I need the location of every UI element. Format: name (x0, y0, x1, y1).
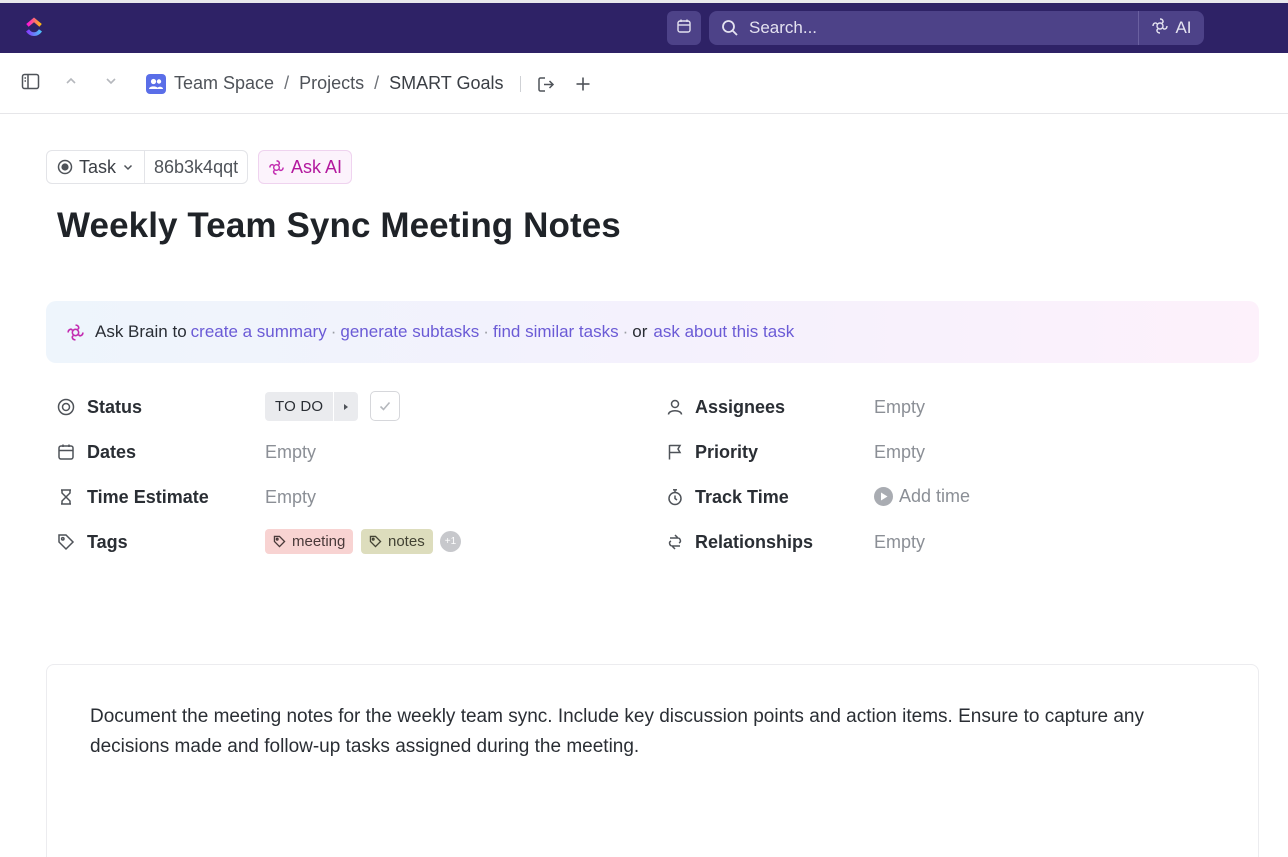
search-icon (721, 19, 739, 37)
plus-icon[interactable] (575, 76, 591, 92)
tag-icon (273, 535, 286, 548)
ask-ai-button[interactable]: Ask AI (258, 150, 353, 184)
status-selector[interactable]: TO DO (265, 392, 359, 421)
ai-brain-icon (268, 159, 285, 176)
stopwatch-icon (665, 487, 685, 507)
generate-subtasks-link[interactable]: generate subtasks (340, 322, 479, 342)
tag-notes[interactable]: notes (361, 529, 433, 554)
task-description[interactable]: Document the meeting notes for the weekl… (90, 702, 1210, 762)
hourglass-icon (56, 487, 76, 507)
top-navigation-bar: Search... AI (0, 0, 1288, 53)
or-text: or (632, 322, 648, 341)
link-separator: · (483, 322, 489, 341)
search-bar[interactable]: Search... AI (709, 11, 1204, 45)
search-input[interactable]: Search... (749, 18, 1138, 38)
ai-brain-icon (66, 323, 85, 342)
ai-brain-icon (1151, 17, 1169, 40)
clickup-logo-icon[interactable] (22, 15, 46, 39)
tag-label: notes (388, 533, 425, 550)
ask-ai-label: Ask AI (291, 156, 343, 177)
tag-meeting[interactable]: meeting (265, 529, 354, 554)
breadcrumb-divider (519, 75, 521, 92)
play-icon (874, 487, 893, 506)
time-estimate-label: Time Estimate (87, 487, 209, 507)
task-type-selector[interactable]: Task (47, 151, 146, 183)
task-type-label: Task (79, 156, 117, 177)
more-tags-badge[interactable]: +1 (440, 531, 461, 552)
link-separator: · (330, 322, 337, 341)
status-icon (56, 397, 76, 417)
flag-icon (665, 442, 685, 462)
share-icon[interactable] (537, 75, 555, 93)
relationships-value[interactable]: Empty (874, 532, 925, 553)
track-time-label: Track Time (695, 487, 789, 507)
ask-about-task-link[interactable]: ask about this task (653, 322, 794, 342)
task-type-icon (57, 159, 73, 175)
checkmark-icon (378, 399, 392, 413)
task-title[interactable]: Weekly Team Sync Meeting Notes (57, 206, 621, 246)
ask-brain-banner: Ask Brain to create a summary · generate… (46, 301, 1259, 363)
find-similar-tasks-link[interactable]: find similar tasks (493, 322, 619, 342)
mark-complete-button[interactable] (370, 391, 400, 421)
chevron-up-icon (64, 74, 78, 93)
next-status-button[interactable] (333, 392, 358, 421)
description-card: Document the meeting notes for the weekl… (46, 664, 1259, 857)
sidebar-toggle-button[interactable] (21, 53, 40, 114)
caret-right-icon (344, 403, 349, 410)
status-label: Status (87, 397, 143, 417)
calendar-icon (676, 18, 692, 39)
breadcrumb-separator: / (284, 73, 290, 93)
team-space-icon (146, 73, 166, 94)
breadcrumb-separator: / (374, 73, 380, 93)
relationships-icon (665, 532, 685, 552)
status-value: TO DO (275, 398, 324, 415)
ai-label: AI (1175, 18, 1192, 37)
tag-label: meeting (292, 533, 346, 550)
breadcrumb-item-smart-goals[interactable]: SMART Goals (389, 73, 503, 94)
task-type-chip: Task 86b3k4qqt (46, 150, 249, 184)
breadcrumb-bar: Team Space / Projects / SMART Goals (0, 53, 1288, 114)
assignees-label: Assignees (695, 397, 786, 417)
calendar-button[interactable] (667, 11, 701, 45)
tag-icon (369, 535, 382, 548)
next-task-button[interactable] (104, 53, 118, 114)
chevron-down-icon (122, 161, 134, 173)
breadcrumb-item-team-space[interactable]: Team Space (174, 73, 274, 94)
time-estimate-value[interactable]: Empty (265, 487, 316, 508)
breadcrumb: Team Space / Projects / SMART Goals (146, 53, 591, 114)
link-separator: · (622, 322, 629, 341)
assignees-value[interactable]: Empty (874, 397, 925, 418)
dates-value[interactable]: Empty (265, 442, 316, 463)
add-time-button[interactable]: Add time (874, 486, 970, 507)
breadcrumb-item-projects[interactable]: Projects (299, 73, 364, 94)
dates-label: Dates (87, 442, 137, 462)
ai-button[interactable]: AI (1138, 11, 1204, 45)
person-icon (665, 397, 685, 417)
priority-value[interactable]: Empty (874, 442, 925, 463)
task-id[interactable]: 86b3k4qqt (145, 151, 247, 183)
previous-task-button[interactable] (64, 53, 78, 114)
priority-label: Priority (695, 442, 759, 462)
tags-label: Tags (87, 532, 128, 552)
relationships-label: Relationships (695, 532, 814, 552)
chevron-down-icon (104, 74, 118, 93)
ask-brain-prefix: Ask Brain to (95, 322, 187, 341)
create-summary-link[interactable]: create a summary (191, 322, 327, 342)
tag-icon (56, 532, 76, 552)
calendar-icon (56, 442, 76, 462)
add-time-label: Add time (899, 486, 971, 506)
sidebar-toggle-icon (21, 72, 40, 96)
